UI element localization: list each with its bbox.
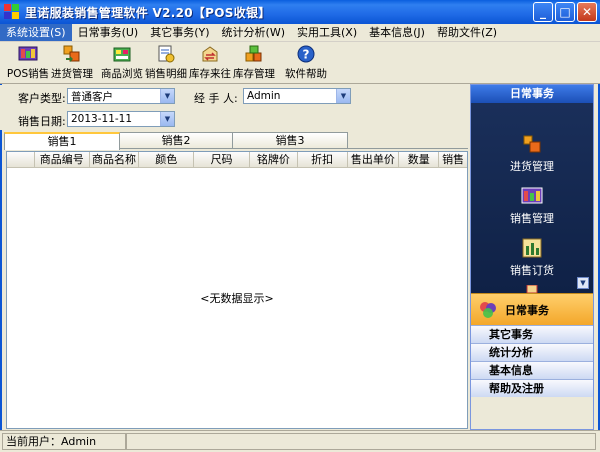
nav-item-label: 销售订货 [510, 264, 554, 277]
customer-type-select[interactable]: 普通客户 ▼ [67, 88, 175, 104]
nav-item-label: 销售管理 [510, 212, 554, 225]
sales-order-icon [521, 237, 543, 259]
column-header[interactable]: 销售 [439, 152, 467, 168]
stock-flow-icon [200, 44, 220, 64]
browse-goods-button[interactable]: 商品浏览 [100, 43, 144, 83]
nav-category-statistics[interactable]: 统计分析 [471, 343, 593, 361]
chevron-down-icon: ▼ [160, 89, 174, 103]
handler-label: 经 手 人: [194, 92, 238, 105]
column-header[interactable]: 尺码 [194, 152, 250, 168]
sales-manage-icon [521, 185, 543, 207]
menu-other-affairs[interactable]: 其它事务(Y) [144, 24, 215, 41]
maximize-button[interactable]: □ [555, 2, 575, 22]
grid-header: 商品编号 商品名称 颜色 尺码 铭牌价 折扣 售出单价 数量 销售 [7, 152, 467, 168]
stock-icon [521, 284, 543, 293]
column-header[interactable]: 折扣 [298, 152, 348, 168]
menu-daily-affairs[interactable]: 日常事务(U) [72, 24, 145, 41]
browse-icon [112, 44, 132, 64]
status-cell-empty [126, 433, 596, 450]
nav-item-more[interactable] [471, 284, 593, 293]
menu-bar: 系统设置(S) 日常事务(U) 其它事务(Y) 统计分析(W) 实用工具(X) … [0, 24, 600, 42]
sales-grid[interactable]: 商品编号 商品名称 颜色 尺码 铭牌价 折扣 售出单价 数量 销售 <无数据显示… [6, 151, 468, 429]
nav-category-help-register[interactable]: 帮助及注册 [471, 379, 593, 397]
menu-help[interactable]: 帮助文件(Z) [431, 24, 503, 41]
nav-category-basic-info[interactable]: 基本信息 [471, 361, 593, 379]
tab-sales-1[interactable]: 销售1 [4, 132, 120, 150]
sales-tabs: 销售1 销售2 销售3 [4, 132, 468, 150]
sale-date-picker[interactable]: 2013-11-11 ▼ [67, 111, 175, 127]
handler-select[interactable]: Admin ▼ [243, 88, 351, 104]
nav-item-purchase[interactable]: 进货管理 [471, 133, 593, 174]
scroll-down-button[interactable]: ▼ [577, 277, 589, 289]
column-header[interactable]: 商品名称 [90, 152, 140, 168]
column-header[interactable]: 颜色 [139, 152, 195, 168]
pos-sales-button[interactable]: POS销售 [6, 43, 50, 83]
window-title: 里诺服装销售管理软件 V2.20【POS收银】 [25, 5, 271, 20]
nav-item-sales[interactable]: 销售管理 [471, 185, 593, 226]
minimize-button[interactable]: _ [533, 2, 553, 22]
stock-flow-button[interactable]: 库存来往 [188, 43, 232, 83]
help-icon: ? [296, 44, 316, 64]
menu-statistics[interactable]: 统计分析(W) [216, 24, 291, 41]
sales-detail-button[interactable]: 销售明细 [144, 43, 188, 83]
nav-category-other-affairs[interactable]: 其它事务 [471, 325, 593, 343]
svg-text:?: ? [303, 48, 310, 62]
menu-basic-info[interactable]: 基本信息(J) [363, 24, 431, 41]
current-user-status: 当前用户：Admin [2, 433, 126, 450]
customer-type-label: 客户类型: [18, 92, 66, 105]
software-help-button[interactable]: ? 软件帮助 [284, 43, 328, 83]
grid-indicator-column [7, 152, 35, 168]
purchase-button[interactable]: 进货管理 [50, 43, 94, 83]
nav-panel-body: 进货管理 销售管理 销售订货 ▼ [471, 103, 593, 293]
tab-sales-2[interactable]: 销售2 [118, 132, 234, 149]
nav-item-label: 进货管理 [510, 160, 554, 173]
sales-detail-icon [156, 44, 176, 64]
stock-manage-button[interactable]: 库存管理 [232, 43, 276, 83]
toolbar: POS销售 进货管理 商品浏览 销售明细 库存来往 库存管理 ? 软件帮助 [0, 42, 600, 84]
nav-category-daily-affairs[interactable]: 日常事务 [471, 293, 593, 325]
app-icon [4, 4, 20, 20]
sale-date-label: 销售日期: [18, 115, 66, 128]
stock-manage-icon [244, 44, 264, 64]
sales-form: 客户类型: 普通客户 ▼ 经 手 人: Admin ▼ 销售日期: 2013-1… [0, 85, 468, 130]
purchase-icon [521, 133, 543, 155]
empty-message: <无数据显示> [200, 292, 274, 305]
purchase-icon [62, 44, 82, 64]
column-header[interactable]: 数量 [399, 152, 440, 168]
navigation-panel: 日常事务 进货管理 销售管理 销售订货 ▼ 日常事务 其它事务 统计分析 基本信… [470, 84, 594, 430]
pos-sales-icon [18, 44, 38, 64]
daily-affairs-icon [477, 299, 499, 321]
nav-item-sales-order[interactable]: 销售订货 [471, 237, 593, 278]
chevron-down-icon: ▼ [160, 112, 174, 126]
status-bar: 当前用户：Admin [0, 430, 600, 452]
tab-sales-3[interactable]: 销售3 [232, 132, 348, 149]
nav-panel-header: 日常事务 [471, 85, 593, 103]
menu-tools[interactable]: 实用工具(X) [291, 24, 363, 41]
title-bar[interactable]: 里诺服装销售管理软件 V2.20【POS收银】 _ □ ✕ [0, 0, 600, 24]
column-header[interactable]: 售出单价 [348, 152, 400, 168]
chevron-down-icon: ▼ [336, 89, 350, 103]
column-header[interactable]: 商品编号 [35, 152, 90, 168]
close-button[interactable]: ✕ [577, 2, 597, 22]
column-header[interactable]: 铭牌价 [250, 152, 298, 168]
menu-system-settings[interactable]: 系统设置(S) [0, 24, 72, 41]
